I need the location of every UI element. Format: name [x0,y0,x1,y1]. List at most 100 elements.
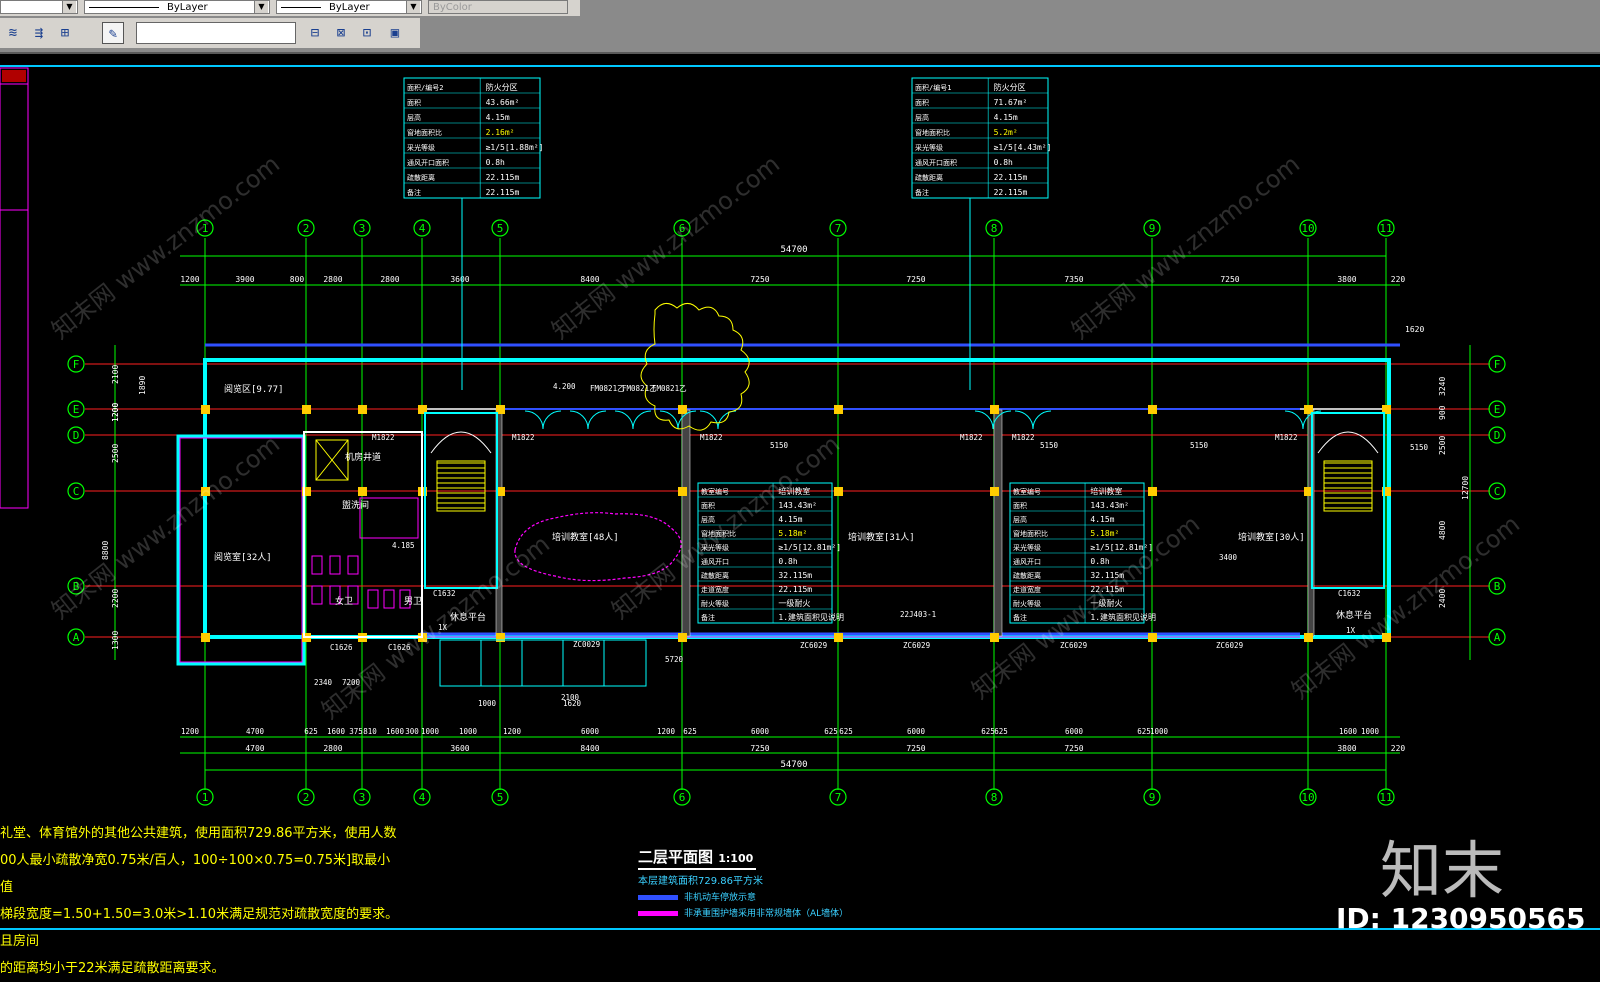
layer-name-field[interactable] [136,22,296,44]
color-combo[interactable]: ▼ [0,0,78,14]
structural-column [678,487,687,496]
table-cell: 0.8h [1090,557,1109,566]
chevron-down-icon[interactable]: ▼ [254,1,268,13]
note-line: 的距离均小于22米满足疏散距离要求。 [0,961,225,976]
table-cell: 4.15m [1090,515,1114,524]
axis-label: 2 [303,222,310,235]
plan-label: ZC6029 [800,641,827,650]
structural-column [990,405,999,414]
dim-text: 1000 [1361,727,1380,736]
room-label: 女卫 [335,595,353,607]
table-cell: 143.43m² [778,501,817,510]
structural-column [496,633,505,642]
dim-text: 300 [405,727,419,736]
dim-text: 12700 [1461,476,1470,500]
door-swing [614,410,634,430]
watermark-text: 知末网 www.znzmo.com [316,530,555,725]
dim-text: 3800 [1337,275,1356,284]
axis-label: 3 [359,791,366,804]
axis-label: 6 [679,791,686,804]
chevron-down-icon[interactable]: ▼ [62,1,76,13]
structural-column [834,633,843,642]
chevron-down-icon[interactable]: ▼ [406,1,420,13]
dim-text: 6000 [907,727,926,736]
dim-text: 54700 [780,760,807,770]
dim-text: 8400 [580,744,599,753]
dim-text: 6000 [1065,727,1084,736]
table-cell: 走道宽度 [701,585,729,594]
layer-previous-icon[interactable]: ⊞ [54,22,76,44]
dim-text: 625 [981,727,995,736]
toilet-fixture [367,589,379,609]
dim-text: 625 [824,727,838,736]
dim-text: 220 [1391,744,1406,753]
axis-label: 9 [1149,222,1156,235]
table-cell: 5.2m² [994,128,1018,137]
table-cell: 4.15m [778,515,802,524]
axis-label: 8 [991,222,998,235]
make-current-icon[interactable]: ✎ [102,22,124,44]
dim-text: 810 [363,727,377,736]
axis-label: 7 [835,222,842,235]
legend-label: 非承重围护墙采用非常规墙体（AL墙体） [684,909,849,919]
table-cell: 43.66m² [486,98,520,107]
table-cell: 面积 [1013,501,1027,510]
axis-label: 5 [497,222,504,235]
dim-text: 7350 [1064,275,1083,284]
dim-text: 2500 [111,444,120,463]
table-cell: 通风开口 [1013,557,1041,566]
dim-text: 7250 [750,275,769,284]
dim-text: 625 [994,727,1008,736]
door-swing [717,410,737,430]
table-cell: 防火分区 [486,82,518,92]
table-cell: 耐火等级 [1013,599,1041,608]
watermark-logo: 知末 [1380,834,1505,907]
plan-label: FM0821乙 [590,384,625,393]
table-cell: 走道宽度 [1013,585,1041,594]
dim-text: 3240 [1438,377,1447,396]
layer-state-icon[interactable]: ⇶ [28,22,50,44]
table-cell: 4.15m [486,113,510,122]
canopy [439,639,647,687]
interior-wall [681,409,691,637]
table-cell: 面积/编号1 [915,83,951,92]
stair-enclosure [424,412,498,589]
plan-label: 5150 [1040,441,1059,450]
plotstyle-value: ByColor [433,2,472,13]
dim-text: 3900 [235,275,254,284]
dim-text: 2800 [380,275,399,284]
area-table-left: 面积/编号2 防火分区面积 43.66m² 层高 4.15m 窗地面积比 2.16m² 采光等… [403,77,543,199]
dim-text: 54700 [780,245,807,255]
watermark-text: 知末网 www.znzmo.com [1286,510,1525,705]
layer-properties-icon[interactable]: ≋ [2,22,24,44]
table-cell: 层高 [407,113,421,122]
dim-text: 1890 [138,376,147,395]
note-line: 梯段宽度=1.50+1.50=3.0米>1.10米满足规范对疏散宽度的要求。且房… [0,907,399,949]
dim-text: 625 [839,727,853,736]
structural-column [201,405,210,414]
dim-text: 625 [1137,727,1151,736]
dim-text: 1200 [503,727,522,736]
table-cell: 窗地面积比 [915,128,950,137]
layer-lock-icon[interactable]: ▣ [384,22,406,44]
legend-label: 非机动车停放示意 [684,893,757,903]
plan-label: M1822 [700,433,723,442]
table-cell: 培训教室 [1090,486,1122,496]
table-cell: 耐火等级 [701,599,729,608]
layer-match-icon[interactable]: ⊟ [304,22,326,44]
plan-label: 5150 [770,441,789,450]
legend-swatch [638,895,678,900]
lineweight-combo[interactable]: ByLayer ▼ [276,0,422,14]
dim-text: 1200 [657,727,676,736]
room-label: 培训教室[31人] [848,531,915,543]
linetype-combo[interactable]: ByLayer ▼ [84,0,270,14]
dim-text: 2800 [323,744,342,753]
room-label: 阅览区[9.77] [224,383,284,395]
table-cell: 通风开口面积 [915,158,957,167]
layer-isolate-icon[interactable]: ⊠ [330,22,352,44]
table-cell: 5.18m² [778,529,807,538]
layer-freeze-icon[interactable]: ⊡ [356,22,378,44]
drawing-scale: 1:100 [718,852,754,865]
layer-toolbar: ≋ ⇶ ⊞ ✎ ⊟ ⊠ ⊡ ▣ [0,18,420,48]
table-cell: 22.115m [778,585,812,594]
